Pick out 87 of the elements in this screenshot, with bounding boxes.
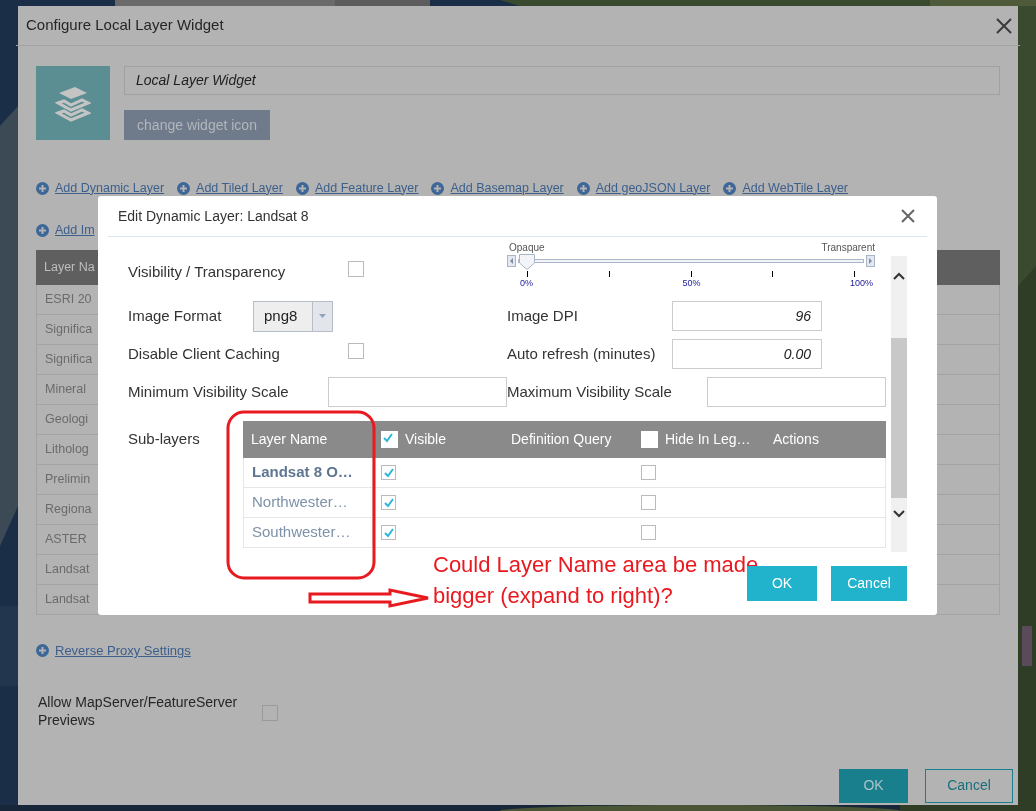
field-label: Image Format — [128, 305, 223, 326]
slider-thumb[interactable] — [519, 254, 535, 270]
slider-right-icon[interactable] — [866, 255, 875, 267]
field-label: Auto refresh (minutes) — [507, 343, 657, 364]
field-label: Maximum Visibility Scale — [507, 381, 673, 402]
window-title: Configure Local Layer Widget — [26, 15, 224, 36]
column-header: Actions — [773, 430, 819, 449]
field-label: Visibility / Transparency — [128, 261, 287, 282]
table-cell-text: ESRI 20 — [45, 291, 92, 309]
plus-circle-icon — [723, 181, 737, 195]
visible-checkbox[interactable] — [381, 525, 396, 540]
reverse-proxy-link[interactable]: Reverse Proxy Settings — [55, 641, 191, 661]
add-layer-link[interactable]: Add Tiled Layer — [196, 178, 283, 198]
scrollbar[interactable] — [891, 256, 907, 552]
table-cell-text: Litholog — [45, 441, 89, 459]
scroll-down-icon[interactable] — [893, 510, 905, 518]
column-header: Visible — [405, 430, 446, 449]
ok-button[interactable]: OK — [747, 566, 817, 601]
plus-circle-icon — [295, 181, 309, 195]
plus-circle-icon — [177, 181, 191, 195]
slider-label: Opaque — [509, 243, 545, 253]
previews-label: Allow MapServer/FeatureServer Previews — [38, 692, 239, 729]
column-header: Layer Na — [44, 259, 95, 277]
hide-in-legend-checkbox[interactable] — [641, 465, 656, 480]
close-icon[interactable] — [901, 209, 915, 223]
ok-button[interactable]: OK — [839, 768, 908, 803]
add-layer-link[interactable]: Add Feature Layer — [314, 178, 419, 198]
close-icon[interactable] — [996, 17, 1012, 34]
plus-circle-icon — [36, 644, 49, 658]
auto-refresh-field[interactable]: 0.00 — [672, 339, 822, 369]
table-cell-text: Significa — [45, 351, 93, 369]
hide-all-checkbox[interactable] — [641, 431, 658, 448]
hide-in-legend-checkbox[interactable] — [641, 525, 656, 540]
plus-circle-icon — [36, 223, 49, 237]
scroll-up-icon[interactable] — [893, 272, 905, 280]
image-dpi-field[interactable]: 96 — [672, 301, 822, 331]
add-layer-link[interactable]: Add Dynamic Layer — [55, 178, 165, 198]
plus-circle-icon — [36, 181, 49, 195]
hide-in-legend-checkbox[interactable] — [641, 495, 656, 510]
tick-label: 0% — [520, 277, 533, 290]
caching-checkbox[interactable] — [348, 343, 364, 359]
table-cell-text: Prelimin — [45, 471, 91, 489]
field-label: Disable Client Caching — [128, 343, 281, 364]
table-cell-text: Landsat — [45, 561, 90, 579]
scrollbar-thumb[interactable] — [891, 338, 907, 498]
add-layer-link[interactable]: Add geoJSON Layer — [595, 178, 711, 198]
add-layer-link[interactable]: Add WebTile Layer — [742, 178, 848, 198]
visible-checkbox[interactable] — [381, 495, 396, 510]
column-header: Layer Name — [251, 430, 328, 449]
visible-checkbox[interactable] — [381, 465, 396, 480]
field-label: Image DPI — [507, 305, 579, 326]
tick-label: 50% — [682, 277, 701, 290]
column-header: Definition Query — [511, 430, 612, 449]
visibility-checkbox[interactable] — [348, 261, 364, 277]
field-label: Sub-layers — [128, 429, 201, 449]
table-cell-text: Significa — [45, 321, 93, 339]
cancel-button[interactable]: Cancel — [925, 768, 1013, 803]
table-cell-text: Regiona — [45, 501, 92, 519]
dialog-title: Edit Dynamic Layer: Landsat 8 — [118, 206, 309, 226]
layer-name-cell-text: Southwester… — [252, 522, 351, 543]
widget-name-field[interactable]: Local Layer Widget — [124, 66, 1000, 95]
annotation-text: bigger (expand to right)? — [433, 582, 674, 610]
table-cell-text: Landsat — [45, 591, 90, 609]
plus-circle-icon — [431, 181, 445, 195]
image-format-select[interactable]: png8 — [253, 300, 333, 332]
add-layer-link[interactable]: Add Im — [55, 220, 95, 240]
min-scale-field[interactable] — [328, 377, 507, 407]
previews-checkbox[interactable] — [262, 704, 278, 721]
slider-label: Transparent — [821, 243, 875, 253]
widget-icon-tile[interactable] — [36, 66, 110, 140]
cancel-button[interactable]: Cancel — [831, 566, 907, 601]
select-all-checkbox[interactable] — [381, 431, 398, 448]
add-layer-link[interactable]: Add Basemap Layer — [450, 178, 564, 198]
table-cell-text: Mineral — [45, 381, 86, 399]
tick-label: 100% — [849, 277, 873, 290]
table-cell-text: ASTER — [45, 531, 87, 549]
layer-name-cell-text: Northwester… — [252, 492, 348, 513]
max-scale-field[interactable] — [707, 377, 886, 407]
change-icon-button[interactable]: change widget icon — [124, 110, 270, 140]
plus-circle-icon — [576, 181, 590, 195]
dropdown-caret-icon — [319, 314, 326, 318]
layers-icon — [55, 84, 91, 122]
slider-left-icon[interactable] — [507, 255, 516, 267]
field-label: Minimum Visibility Scale — [128, 381, 290, 402]
layer-name-cell-text: Landsat 8 O… — [252, 462, 353, 483]
table-cell-text: Geologi — [45, 411, 89, 429]
column-header: Hide In Leg… — [665, 430, 751, 449]
